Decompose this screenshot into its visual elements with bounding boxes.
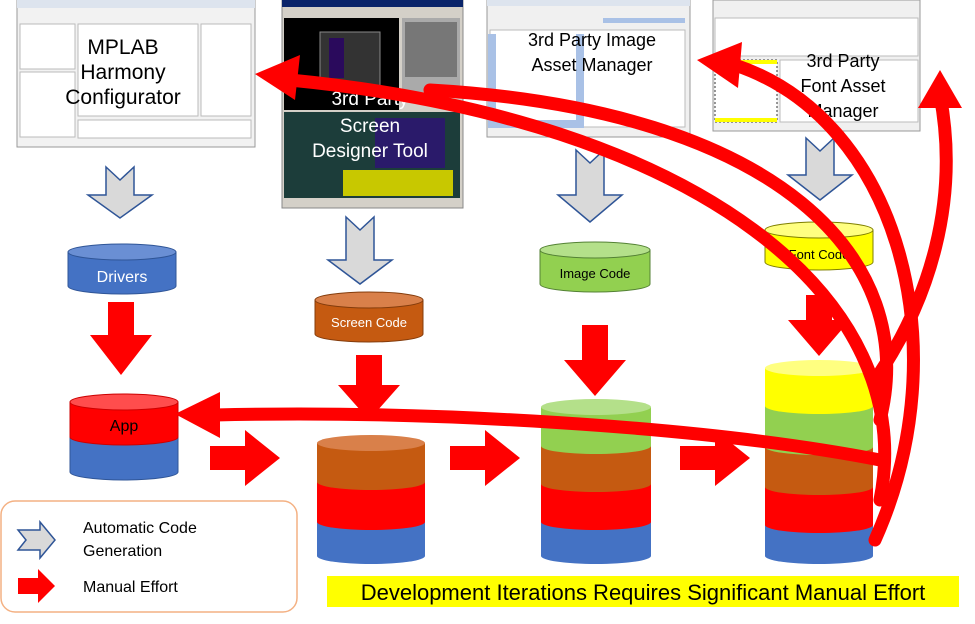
auto-arrow-screen — [325, 215, 395, 285]
manual-arrow-image — [564, 325, 626, 396]
manual-arrow-right-1 — [210, 430, 280, 486]
svg-text:Image Code: Image Code — [560, 266, 631, 281]
svg-text:Screen: Screen — [340, 116, 400, 137]
screen-code-cylinder: Screen Code — [314, 291, 424, 343]
svg-text:Manual Effort: Manual Effort — [83, 579, 178, 596]
drivers-cylinder: Drivers — [67, 243, 177, 295]
svg-text:Designer Tool: Designer Tool — [312, 141, 428, 162]
auto-arrow-mplab — [85, 165, 155, 219]
svg-text:3rd Party: 3rd Party — [806, 51, 879, 71]
svg-text:Asset Manager: Asset Manager — [531, 55, 652, 75]
svg-text:Screen Code: Screen Code — [331, 315, 407, 330]
svg-text:App: App — [110, 418, 139, 435]
svg-text:3rd Party Image: 3rd Party Image — [528, 30, 656, 50]
workflow-diagram: MPLAB Harmony Configurator 3rd Party Scr… — [0, 0, 962, 613]
manual-arrow-drivers — [90, 302, 152, 375]
iteration-stack-2 — [317, 435, 425, 564]
svg-text:Automatic Code: Automatic Code — [83, 520, 197, 537]
auto-arrow-image — [555, 148, 625, 223]
image-code-cylinder: Image Code — [539, 241, 651, 293]
svg-text:Drivers: Drivers — [97, 269, 148, 286]
manual-arrow-right-2 — [450, 430, 520, 486]
svg-text:Font Asset: Font Asset — [800, 76, 885, 96]
svg-text:Configurator: Configurator — [65, 86, 181, 109]
svg-text:Generation: Generation — [83, 543, 162, 560]
legend: Automatic Code Generation Manual Effort — [0, 500, 298, 613]
caption: Development Iterations Requires Signific… — [361, 580, 926, 605]
svg-text:Harmony: Harmony — [80, 61, 166, 84]
app-cylinder: App — [69, 393, 179, 481]
svg-text:MPLAB: MPLAB — [87, 36, 158, 59]
